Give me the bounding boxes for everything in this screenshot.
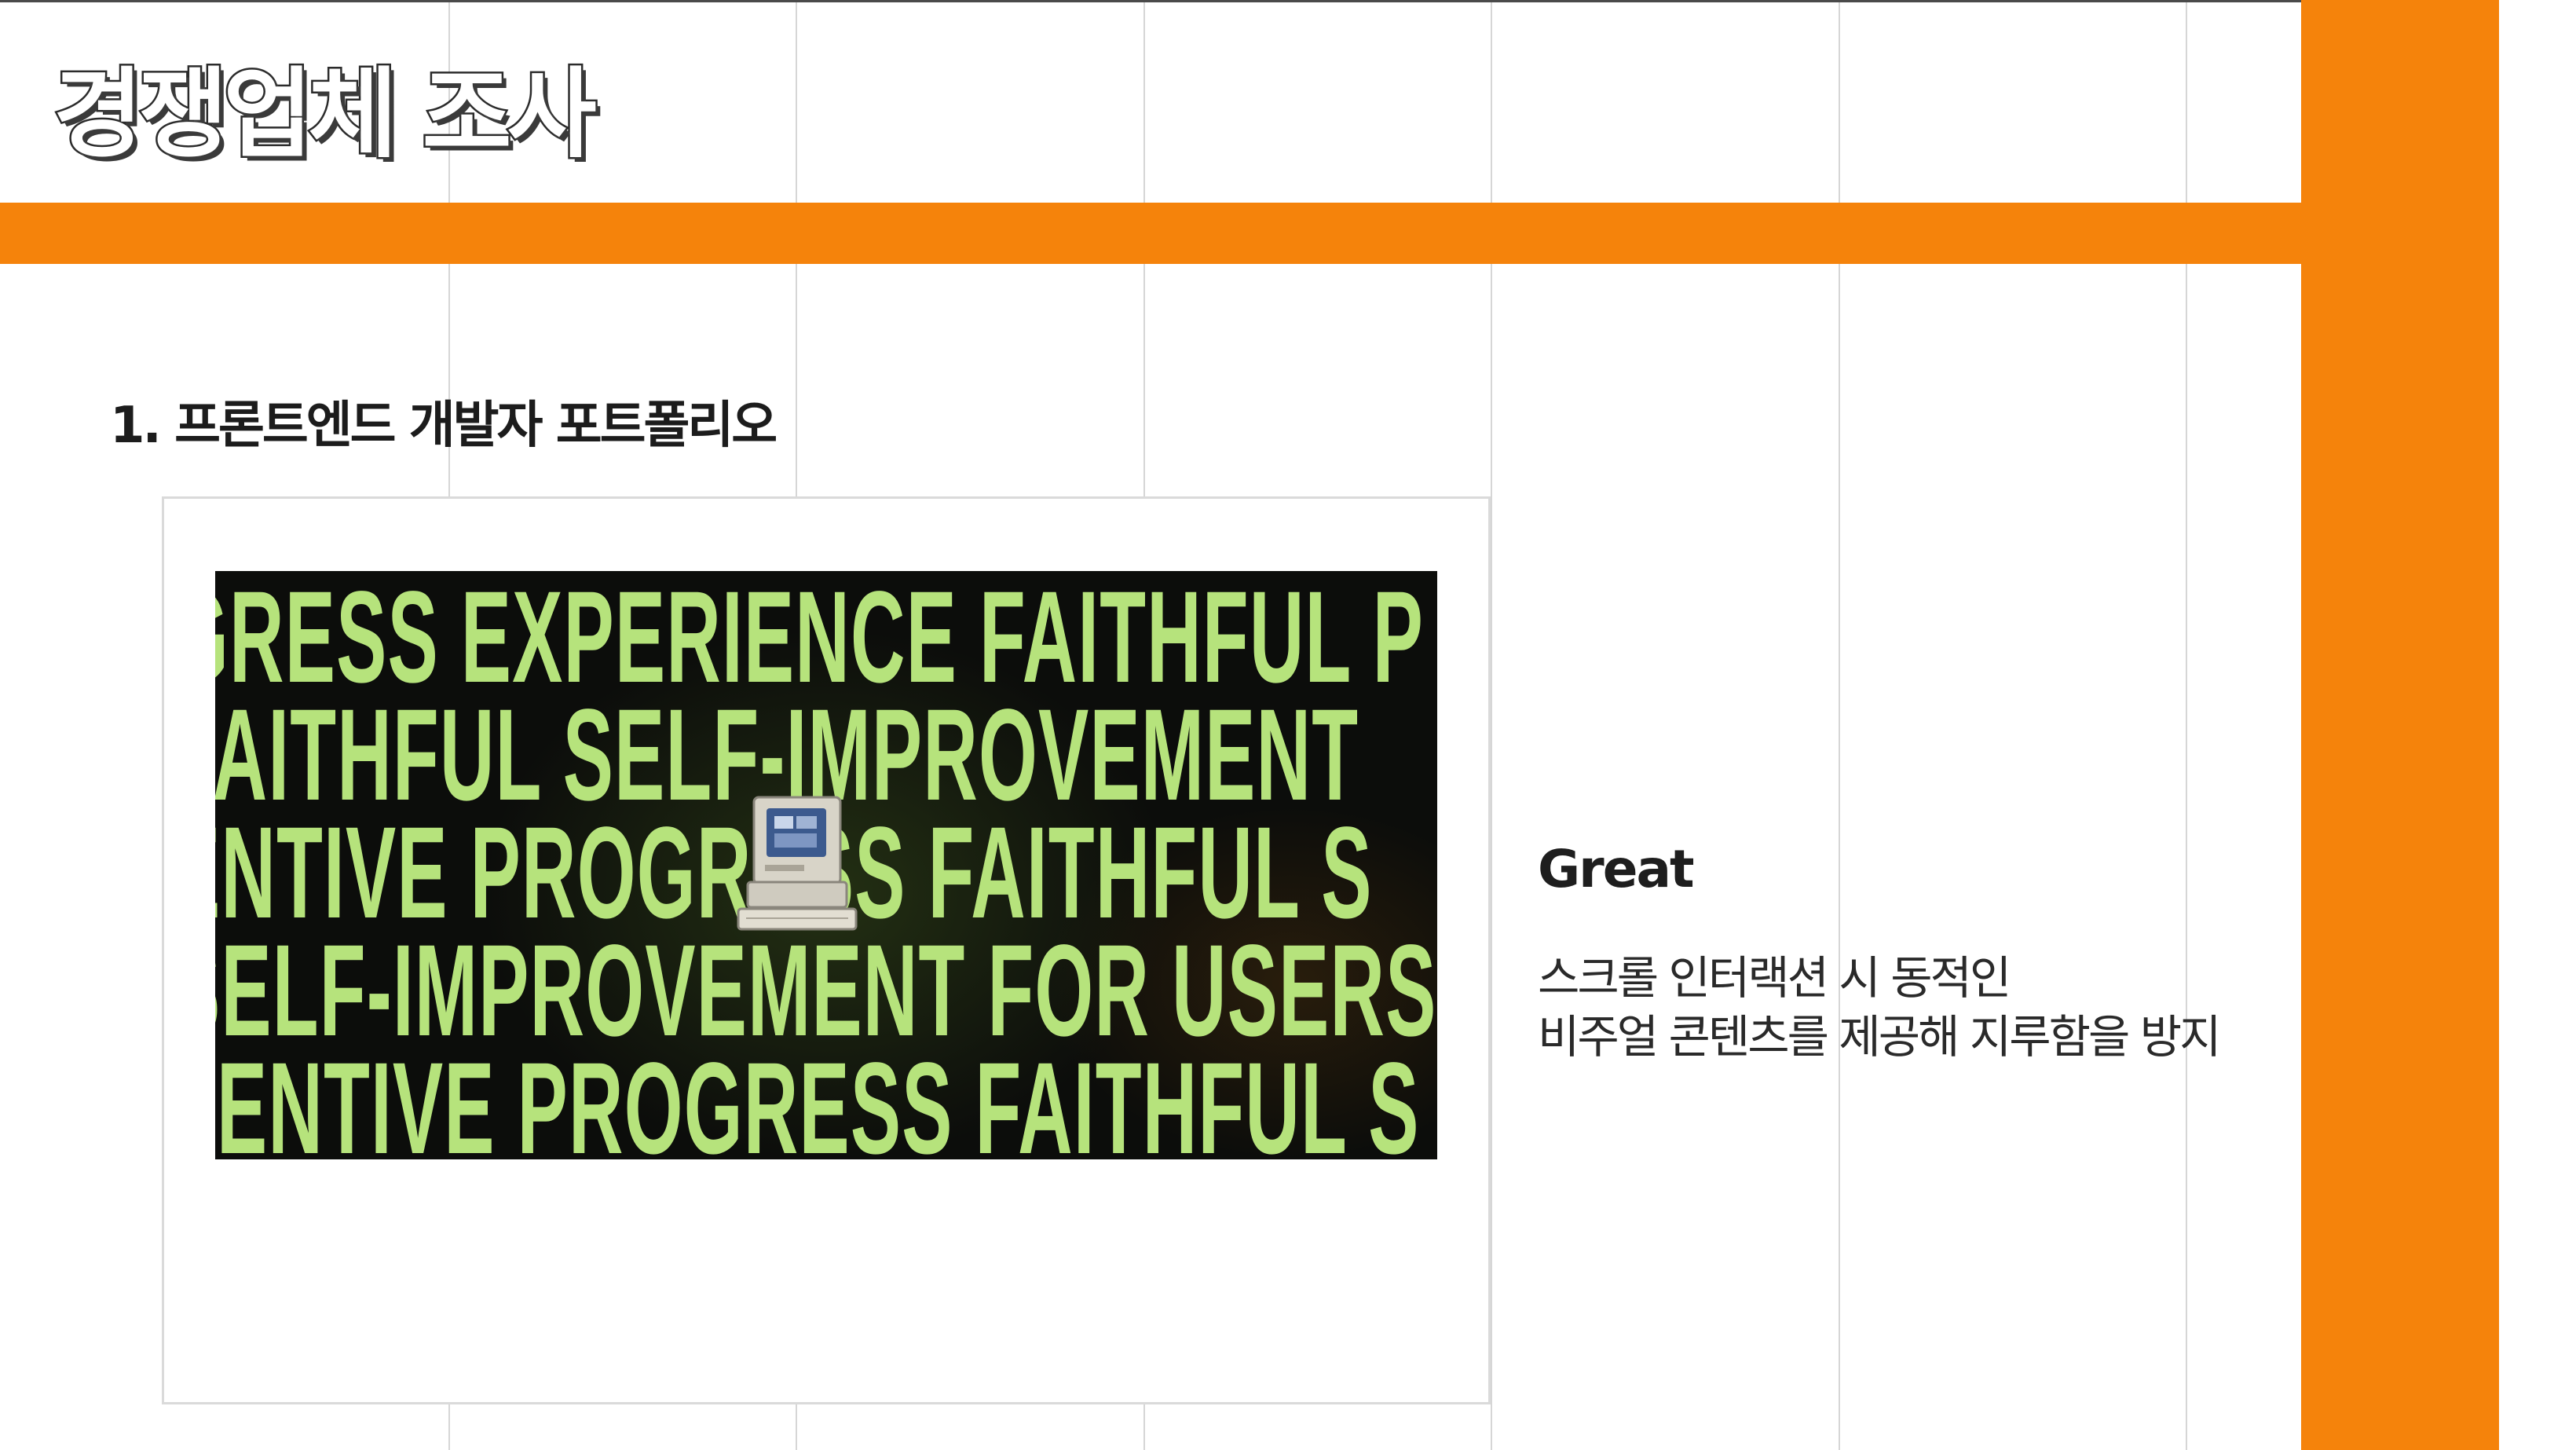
section-heading: 1. 프론트엔드 개발자 포트폴리오 <box>110 397 778 455</box>
feature-description-line: 스크롤 인터랙션 시 동적인 <box>1538 951 2011 1005</box>
accent-bar-horizontal <box>0 203 2301 264</box>
top-border <box>0 0 2301 2</box>
feature-title: Great <box>1538 839 1695 899</box>
feature-description: 스크롤 인터랙션 시 동적인 비주얼 콘텐츠를 제공해 지루함을 방지 <box>1538 949 2222 1067</box>
page-title: 경쟁업체 조사 <box>52 57 599 174</box>
marquee-line: TENTIVE PROGRESS FAITHFUL S <box>215 1036 1420 1160</box>
retro-computer-icon <box>737 796 858 931</box>
right-margin <box>2499 0 2576 1450</box>
accent-bar-vertical <box>2301 0 2499 1450</box>
feature-description-line: 비주얼 콘텐츠를 제공해 지루함을 방지 <box>1538 1010 2222 1064</box>
